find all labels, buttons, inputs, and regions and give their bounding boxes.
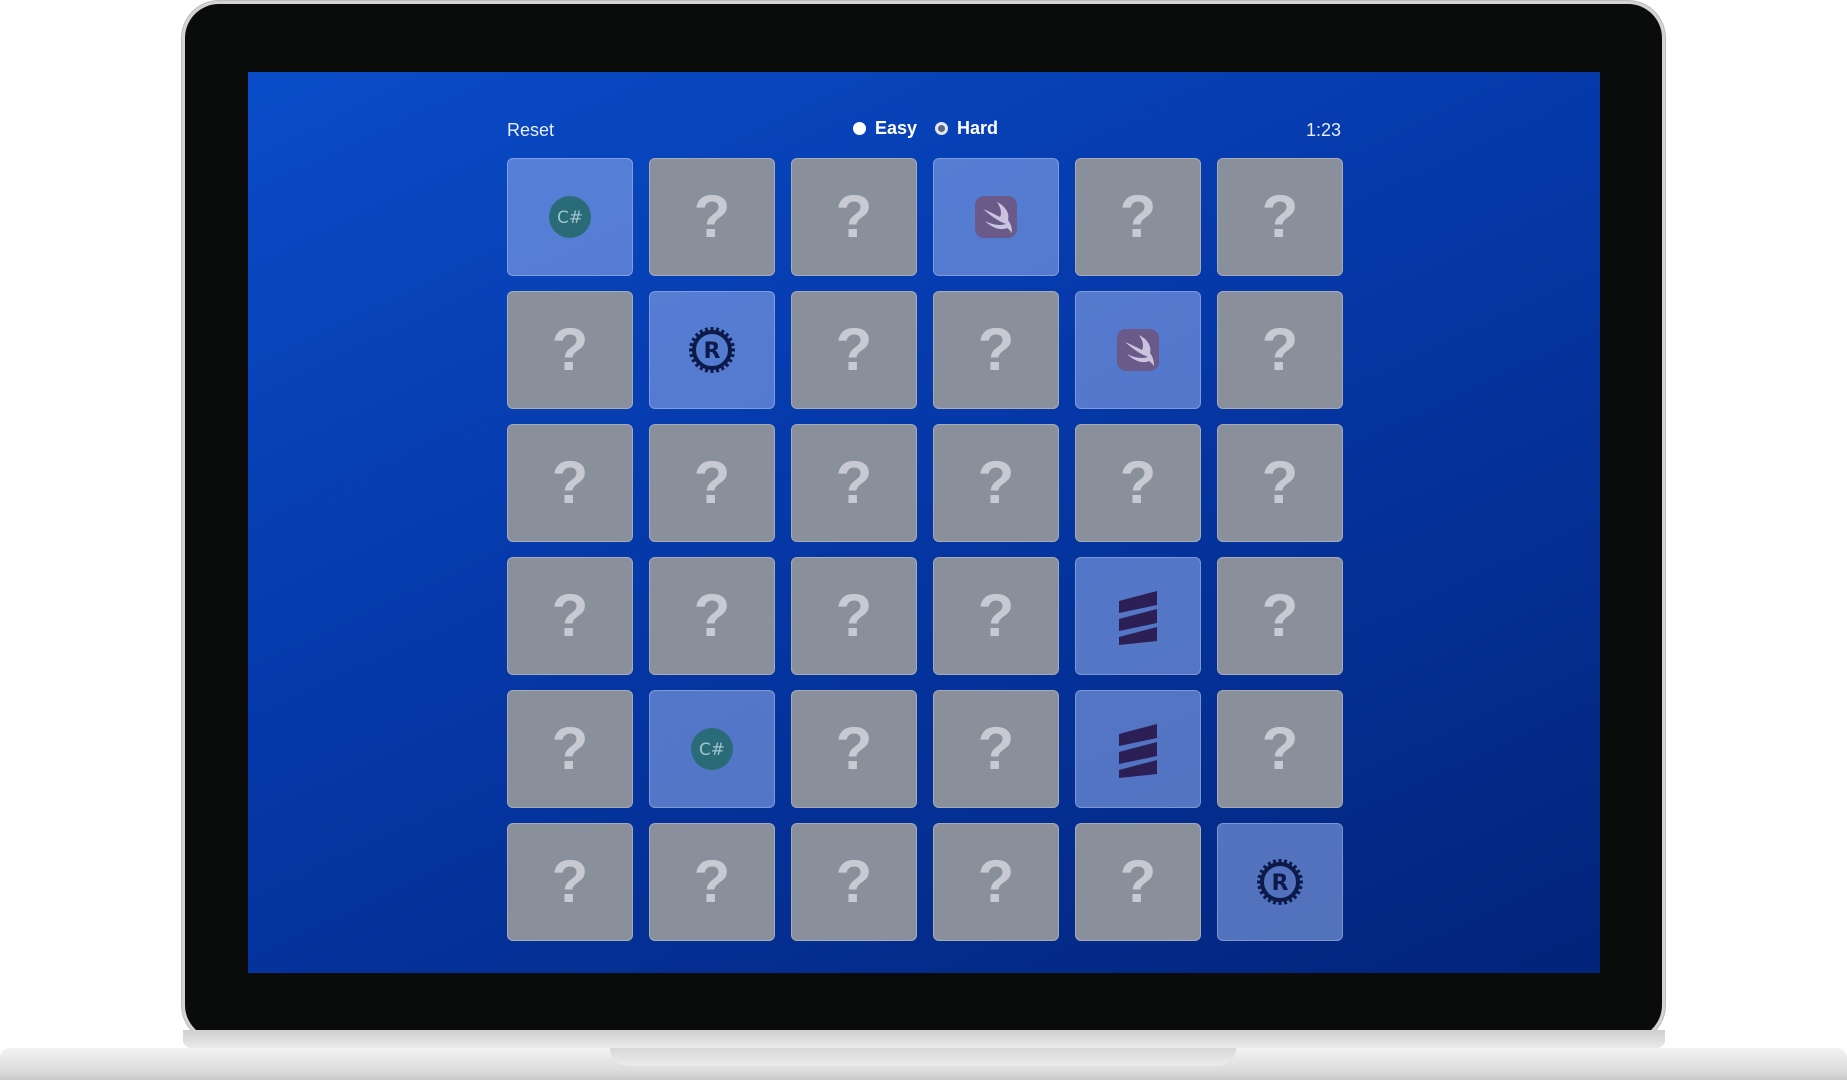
memory-card[interactable]: ? <box>791 158 917 276</box>
memory-card[interactable]: C# <box>507 158 633 276</box>
question-mark-icon: ? <box>693 183 731 250</box>
memory-game: Reset Easy Hard 1:23 C#?? ??? R ? ? ? ? … <box>507 108 1343 941</box>
memory-card[interactable]: ? <box>933 823 1059 941</box>
question-mark-icon: ? <box>977 449 1015 516</box>
svg-text:C#: C# <box>699 740 725 760</box>
scala-icon <box>1119 724 1157 778</box>
question-mark-icon: ? <box>835 316 873 383</box>
question-mark-icon: ? <box>551 582 589 649</box>
question-mark-icon: ? <box>1119 183 1157 250</box>
app-screen: Reset Easy Hard 1:23 C#?? ??? R ? ? ? ? … <box>248 72 1600 973</box>
svg-text:C#: C# <box>557 208 583 228</box>
memory-card[interactable]: ? <box>649 424 775 542</box>
question-mark-icon: ? <box>693 582 731 649</box>
memory-card[interactable]: ? <box>507 823 633 941</box>
rust-icon: R <box>689 327 735 373</box>
question-mark-icon: ? <box>551 449 589 516</box>
question-mark-icon: ? <box>693 848 731 915</box>
memory-card[interactable]: ? <box>1075 424 1201 542</box>
question-mark-icon: ? <box>551 715 589 782</box>
question-mark-icon: ? <box>1261 316 1299 383</box>
question-mark-icon: ? <box>977 848 1015 915</box>
memory-card[interactable]: ? <box>649 158 775 276</box>
mode-hard-option[interactable]: Hard <box>935 118 998 139</box>
question-mark-icon: ? <box>1119 848 1157 915</box>
svg-text:R: R <box>704 339 721 364</box>
question-mark-icon: ? <box>693 449 731 516</box>
memory-card[interactable]: ? <box>933 690 1059 808</box>
memory-card[interactable]: ? <box>1217 557 1343 675</box>
question-mark-icon: ? <box>1261 715 1299 782</box>
memory-card[interactable]: ? <box>1217 690 1343 808</box>
memory-card[interactable]: ? <box>1075 823 1201 941</box>
question-mark-icon: ? <box>551 316 589 383</box>
memory-card[interactable]: ? <box>1217 291 1343 409</box>
memory-card[interactable]: ? <box>507 690 633 808</box>
difficulty-selector: Easy Hard <box>853 118 998 139</box>
laptop-trackpad-notch <box>610 1048 1236 1066</box>
question-mark-icon: ? <box>1119 449 1157 516</box>
question-mark-icon: ? <box>1261 449 1299 516</box>
reset-button[interactable]: Reset <box>507 120 554 141</box>
memory-card[interactable] <box>1075 291 1201 409</box>
memory-card[interactable]: ? <box>507 424 633 542</box>
memory-card[interactable]: ? <box>507 291 633 409</box>
scala-icon <box>1119 591 1157 645</box>
game-toolbar: Reset Easy Hard 1:23 <box>507 108 1341 158</box>
question-mark-icon: ? <box>835 582 873 649</box>
memory-card[interactable]: ? <box>791 291 917 409</box>
memory-card[interactable]: ? <box>933 557 1059 675</box>
swift-icon <box>1117 329 1159 371</box>
rust-icon: R <box>1257 859 1303 905</box>
mode-easy-option[interactable]: Easy <box>853 118 917 139</box>
question-mark-icon: ? <box>977 715 1015 782</box>
memory-card[interactable] <box>933 158 1059 276</box>
csharp-icon: C# <box>691 728 733 770</box>
csharp-icon: C# <box>549 196 591 238</box>
timer: 1:23 <box>1305 120 1341 140</box>
question-mark-icon: ? <box>835 449 873 516</box>
memory-card[interactable]: ? <box>1075 158 1201 276</box>
question-mark-icon: ? <box>835 715 873 782</box>
memory-card[interactable]: ? <box>1217 158 1343 276</box>
question-mark-icon: ? <box>1261 582 1299 649</box>
memory-card[interactable]: ? <box>933 291 1059 409</box>
easy-radio[interactable] <box>853 122 866 135</box>
question-mark-icon: ? <box>977 582 1015 649</box>
question-mark-icon: ? <box>977 316 1015 383</box>
memory-card[interactable]: ? <box>791 690 917 808</box>
question-mark-icon: ? <box>835 848 873 915</box>
memory-card[interactable]: ? <box>1217 424 1343 542</box>
memory-card[interactable]: R <box>1217 823 1343 941</box>
question-mark-icon: ? <box>551 848 589 915</box>
swift-icon <box>975 196 1017 238</box>
memory-card[interactable]: ? <box>649 823 775 941</box>
hard-radio[interactable] <box>935 122 949 135</box>
memory-card[interactable] <box>1075 557 1201 675</box>
memory-card[interactable]: ? <box>791 823 917 941</box>
memory-card[interactable]: ? <box>791 557 917 675</box>
memory-card[interactable]: ? <box>649 557 775 675</box>
easy-label: Easy <box>875 118 918 138</box>
hard-label: Hard <box>957 118 999 138</box>
card-grid: C#?? ??? R?? ??????????? ?? C#?? ?? ? ? … <box>507 158 1343 941</box>
svg-text:R: R <box>1272 871 1289 896</box>
question-mark-icon: ? <box>1261 183 1299 250</box>
memory-card[interactable]: ? <box>507 557 633 675</box>
memory-card[interactable]: ? <box>933 424 1059 542</box>
question-mark-icon: ? <box>835 183 873 250</box>
memory-card[interactable]: ? <box>791 424 917 542</box>
memory-card[interactable] <box>1075 690 1201 808</box>
laptop-hinge <box>183 1030 1665 1048</box>
memory-card[interactable]: R <box>649 291 775 409</box>
memory-card[interactable]: C# <box>649 690 775 808</box>
